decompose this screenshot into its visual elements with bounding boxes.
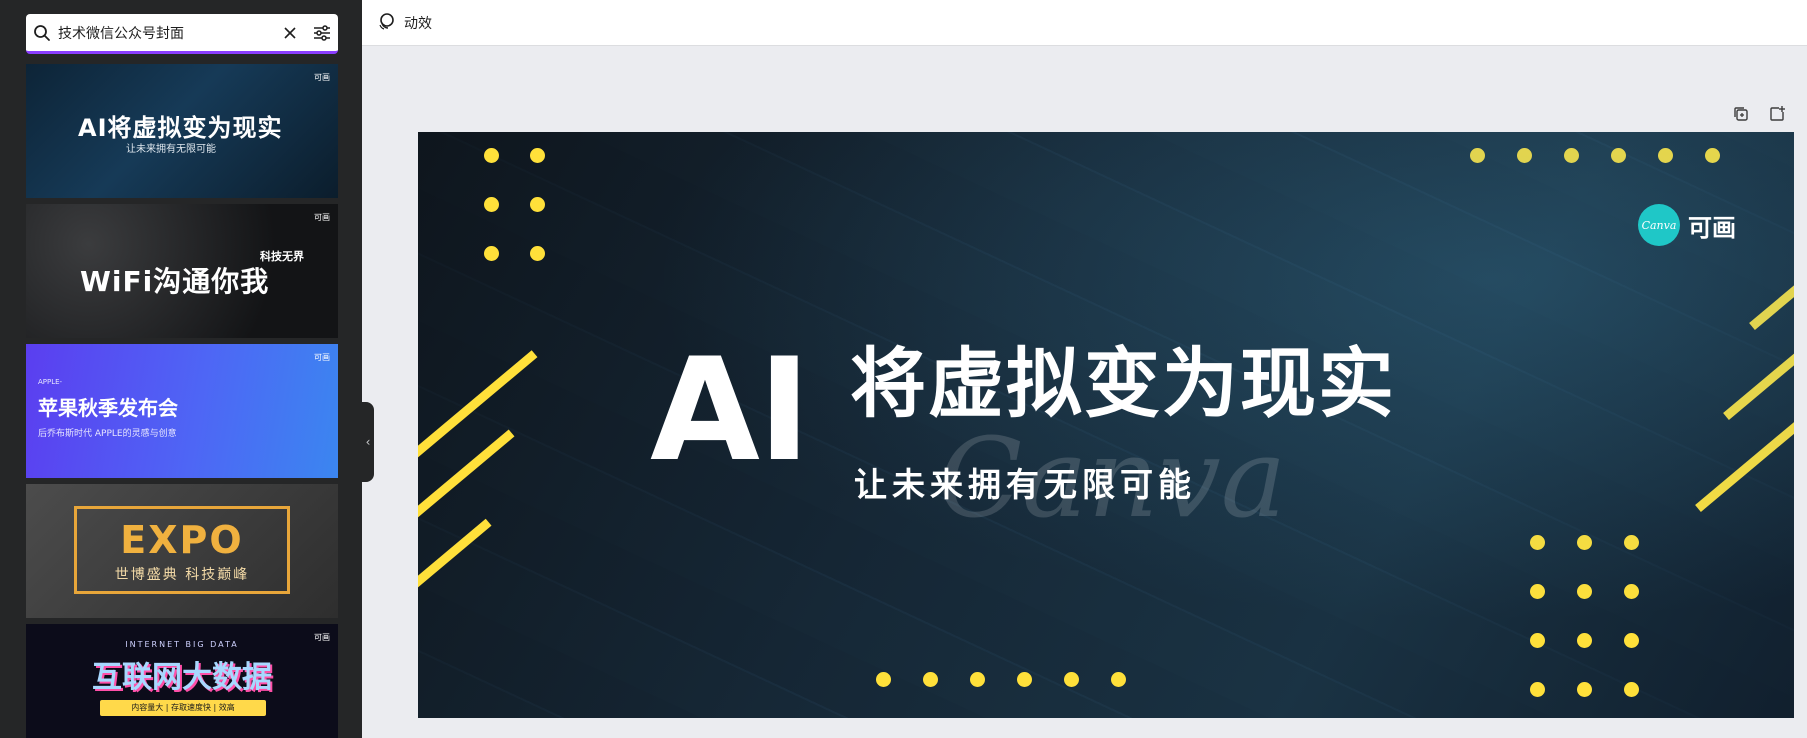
brand-logo: Canva 可画 xyxy=(1638,204,1736,246)
decor-dot xyxy=(1577,584,1592,599)
template-title: AI将虚拟变为现实 xyxy=(78,114,283,142)
search-box xyxy=(26,14,338,54)
template-card-bigdata[interactable]: 可画 INTERNET BIG DATA 互联网大数据 内容量大 | 存取速度快… xyxy=(26,624,338,738)
decor-dot xyxy=(1624,633,1639,648)
animate-button[interactable]: 动效 xyxy=(376,11,432,35)
headline-ai[interactable]: AI xyxy=(650,340,811,482)
clear-icon[interactable] xyxy=(274,17,306,49)
template-card-expo[interactable]: EXPO 世博盛典 科技巅峰 xyxy=(26,484,338,618)
template-sidebar: 可画 AI将虚拟变为现实 让未来拥有无限可能 可画 科技无界 WiFi沟通你我 … xyxy=(0,0,362,738)
decor-dot xyxy=(530,246,545,261)
template-card-wifi[interactable]: 可画 科技无界 WiFi沟通你我 xyxy=(26,204,338,338)
decor-dot xyxy=(1577,633,1592,648)
decor-dot xyxy=(1624,584,1639,599)
template-card-apple[interactable]: 可画 APPLE- 苹果秋季发布会 后乔布斯时代 APPLE的灵感与创意 xyxy=(26,344,338,478)
template-subtitle: 后乔布斯时代 APPLE的灵感与创意 xyxy=(38,429,177,439)
decor-dot xyxy=(970,672,985,687)
template-title: WiFi沟通你我 xyxy=(80,265,270,298)
decor-stripe xyxy=(1749,278,1794,330)
editor-toolbar: 动效 xyxy=(362,0,1807,46)
chevron-left-icon: ‹ xyxy=(365,435,371,449)
decor-dot xyxy=(1705,148,1720,163)
decor-dot xyxy=(484,197,499,212)
decor-dot xyxy=(1530,535,1545,550)
collapse-sidebar-button[interactable]: ‹ xyxy=(362,402,374,482)
template-badge: 可画 xyxy=(314,213,330,222)
add-page-icon[interactable] xyxy=(1765,102,1789,126)
decor-stripe xyxy=(1723,348,1794,420)
headline-main[interactable]: 将虚拟变为现实 xyxy=(850,342,1396,426)
decor-dot xyxy=(1470,148,1485,163)
search-input[interactable] xyxy=(58,17,274,48)
decor-dot xyxy=(530,148,545,163)
decor-dot xyxy=(923,672,938,687)
template-tagline: APPLE- xyxy=(38,378,63,386)
decor-dot xyxy=(1658,148,1673,163)
template-subtitle: 内容量大 | 存取速度快 | 效高 xyxy=(100,700,266,716)
template-badge: 可画 xyxy=(314,73,330,82)
decor-stripe xyxy=(1695,421,1794,512)
decor-dot xyxy=(876,672,891,687)
decor-dot xyxy=(1611,148,1626,163)
canva-logo: Canva xyxy=(1638,204,1680,246)
template-subtitle: 让未来拥有无限可能 xyxy=(126,144,216,155)
template-tagline: INTERNET BIG DATA xyxy=(125,640,239,649)
decor-dot xyxy=(1624,682,1639,697)
decor-dot xyxy=(1564,148,1579,163)
template-title: EXPO xyxy=(120,518,244,562)
app: 可画 AI将虚拟变为现实 让未来拥有无限可能 可画 科技无界 WiFi沟通你我 … xyxy=(0,0,1807,738)
decor-dot xyxy=(1064,672,1079,687)
decor-dot xyxy=(1517,148,1532,163)
template-subtitle: 世博盛典 科技巅峰 xyxy=(114,567,250,583)
decor-dot xyxy=(1530,682,1545,697)
headline-subtitle[interactable]: 让未来拥有无限可能 xyxy=(854,458,1196,506)
decor-dot xyxy=(1017,672,1032,687)
template-card-ai[interactable]: 可画 AI将虚拟变为现实 让未来拥有无限可能 xyxy=(26,64,338,198)
template-title: 苹果秋季发布会 xyxy=(38,396,178,420)
decor-dot xyxy=(1111,672,1126,687)
decor-dot xyxy=(1577,535,1592,550)
page-tools xyxy=(1729,102,1789,126)
duplicate-page-icon[interactable] xyxy=(1729,102,1753,126)
template-badge: 可画 xyxy=(314,353,330,362)
decor-dot xyxy=(484,148,499,163)
decor-dot xyxy=(1577,682,1592,697)
template-title: 互联网大数据 xyxy=(92,660,272,695)
decor-dot xyxy=(484,246,499,261)
animate-label: 动效 xyxy=(404,15,432,32)
decor-dot xyxy=(1624,535,1639,550)
template-list: 可画 AI将虚拟变为现实 让未来拥有无限可能 可画 科技无界 WiFi沟通你我 … xyxy=(26,64,338,738)
decor-stripe xyxy=(418,350,538,460)
brand-name: 可画 xyxy=(1688,213,1736,242)
filter-icon[interactable] xyxy=(306,17,338,49)
decor-dot xyxy=(1530,584,1545,599)
decor-dot xyxy=(1530,633,1545,648)
animate-icon xyxy=(376,11,396,35)
design-canvas[interactable]: Canva 可画 Canva AI 将虚拟变为现实 让未来拥有无限可能 xyxy=(418,132,1794,718)
decor-stripe xyxy=(418,518,492,590)
search-icon xyxy=(26,17,58,49)
decor-dot xyxy=(530,197,545,212)
